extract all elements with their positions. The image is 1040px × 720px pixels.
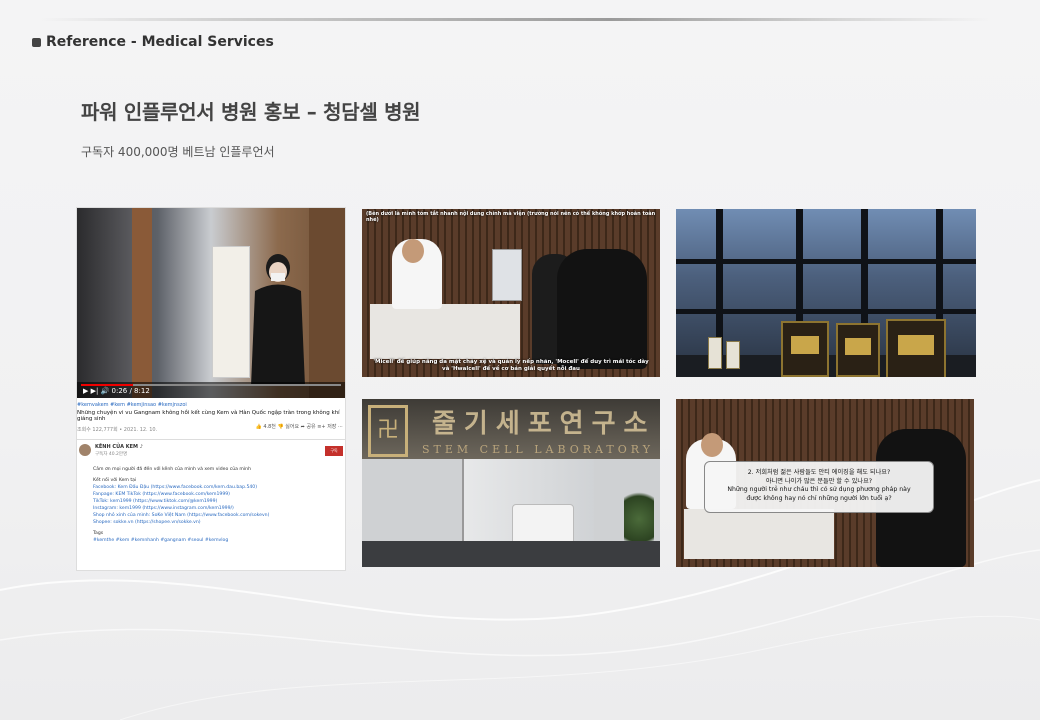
play-icon[interactable]: ▶ ▶| 🔊 0:26 / 8:12: [83, 387, 150, 395]
top-divider: [40, 18, 990, 21]
award-trophy: [726, 341, 740, 369]
doctor-head: [402, 239, 424, 263]
description-link[interactable]: TikTok: kem1999 (https://www.tiktok.com/…: [93, 498, 345, 505]
video-tags[interactable]: #kemvakem #kem #kemjinsao #kemjnszoi: [77, 402, 345, 408]
description-line: Cảm ơn mọi người đã đến với kênh của mìn…: [93, 467, 251, 472]
description-link[interactable]: Fanpage: KEM TikTok (https://www.faceboo…: [93, 491, 345, 498]
description-hashtags[interactable]: #kemthe #kem #kemnhanh #gangnam #seoul #…: [93, 537, 345, 544]
description-line: Tags: [93, 531, 104, 536]
description-link[interactable]: Instagram: kem1999 (https://www.instagra…: [93, 505, 345, 512]
page-subtitle: 구독자 400,000명 베트남 인플루언서: [81, 145, 275, 159]
section-bullet-icon: [32, 37, 41, 47]
youtube-video-frame: ▶ ▶| 🔊 0:26 / 8:12: [77, 208, 345, 398]
video-actions[interactable]: 👍 4.8천 👎 싫어요 ➦ 공유 ≡+ 저장 ⋯: [256, 423, 344, 430]
subtitle-top: (Bên dưới là mình tóm tắt nhanh nội dung…: [366, 211, 656, 223]
awards-screenshot: [676, 209, 976, 377]
question-line: 아니면 나이가 많은 분들만 할 수 있나요?: [765, 477, 873, 485]
subscribe-button[interactable]: 구독: [325, 446, 343, 456]
monitor: [492, 249, 522, 301]
video-controls[interactable]: ▶ ▶| 🔊 0:26 / 8:12: [77, 382, 345, 398]
channel-row: KÊNH CỦA KEM ♪ 구독자 40.2만명 구독: [77, 444, 345, 460]
lab-emblem: 卍: [368, 405, 408, 457]
video-progress-bar[interactable]: [81, 384, 341, 386]
award-plaque: [781, 321, 829, 377]
clinic-banner: [212, 246, 250, 378]
desk: [370, 304, 520, 359]
divider: [77, 439, 345, 440]
award-trophy: [708, 337, 722, 369]
question-subtitle-box: 2. 저희처럼 젊은 사람들도 안티 에이징을 해도 되나요? 아니면 나이가 …: [704, 461, 934, 513]
lab-sign-english: STEM CELL LABORATORY: [422, 443, 654, 456]
influencer-figure: [557, 249, 647, 369]
consultation-screenshot: (Bên dưới là mình tóm tắt nhanh nội dung…: [362, 209, 660, 377]
avatar[interactable]: [79, 444, 91, 456]
channel-name[interactable]: KÊNH CỦA KEM ♪: [95, 444, 143, 450]
channel-subscribers: 구독자 40.2만명: [95, 452, 128, 457]
consultation-question-screenshot: 2. 저희처럼 젊은 사람들도 안티 에이징을 해도 되나요? 아니면 나이가 …: [676, 399, 974, 567]
description-link[interactable]: Shopee: sokke.vn (https://shopee.vn/sokk…: [93, 519, 345, 526]
section-label: Reference - Medical Services: [32, 34, 274, 50]
description-link[interactable]: Facebook: Kem Đấu Đậu (https://www.faceb…: [93, 484, 345, 491]
question-line: Những người trẻ như cháu thì có sử dụng …: [727, 486, 911, 493]
doctor-head: [701, 433, 723, 457]
award-plaque: [886, 319, 946, 377]
video-title: Những chuyện vi vu Gangnam không hồi kết…: [77, 410, 340, 422]
lab-screenshot: 卍 줄기세포연구소 STEM CELL LABORATORY: [362, 399, 660, 567]
subtitle-line: 'Micell' để giúp nâng da mặt chảy xệ và …: [373, 359, 649, 365]
subtitle-line: và 'Hwalcell' để về cơ bản giải quyết nỗ…: [442, 366, 580, 372]
question-line: được không hay nó chỉ những người lớn tu…: [746, 494, 892, 502]
description-line: Kết nối với Kem tại: [93, 478, 137, 483]
desk: [684, 509, 834, 559]
floor: [362, 541, 660, 567]
question-line: 2. 저희처럼 젊은 사람들도 안티 에이징을 해도 되나요?: [747, 469, 891, 476]
video-time: 0:26 / 8:12: [111, 387, 150, 395]
subtitle-bottom: 'Micell' để giúp nâng da mặt chảy xệ và …: [372, 359, 650, 373]
influencer-figure: [251, 254, 305, 386]
youtube-screenshot: ▶ ▶| 🔊 0:26 / 8:12 #kemvakem #kem #kemji…: [77, 208, 345, 570]
description-link[interactable]: Shop nhỏ xinh của mình: SoKe Việt Nam (h…: [93, 512, 345, 519]
page-title: 파워 인플루언서 병원 홍보 – 청담셀 병원: [81, 100, 421, 124]
section-label-text: Reference - Medical Services: [46, 34, 274, 50]
award-plaque: [836, 323, 880, 377]
video-description: Cảm ơn mọi người đã đến với kênh của mìn…: [77, 460, 345, 544]
lab-sign: 줄기세포연구소: [432, 409, 656, 439]
